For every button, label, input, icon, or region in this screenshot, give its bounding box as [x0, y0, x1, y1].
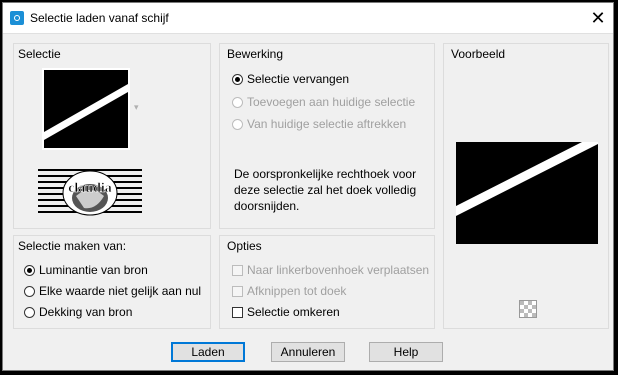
checkbox-indicator[interactable]: [232, 264, 243, 276]
radio-aftrekken[interactable]: Van huidige selectie aftrekken: [232, 117, 406, 131]
radio-label: Toevoegen aan huidige selectie: [247, 95, 416, 109]
selection-thumbnail[interactable]: [42, 68, 130, 150]
dialog-window: Selectie laden vanaf schijf ✕ Selectie ▾: [2, 2, 614, 371]
bewerking-title: Bewerking: [227, 47, 284, 61]
svg-text:claudia: claudia: [68, 181, 112, 196]
bewerking-group: Bewerking Selectie vervangen Toevoegen a…: [219, 43, 435, 229]
selection-preview-image: [44, 70, 128, 148]
checkbox-label: Selectie omkeren: [247, 305, 340, 319]
close-button[interactable]: ✕: [583, 3, 613, 33]
selectie-group: Selectie ▾ claudia: [13, 43, 211, 229]
opties-title: Opties: [227, 239, 262, 253]
radio-indicator[interactable]: [24, 306, 35, 318]
checkbox-indicator[interactable]: [232, 285, 243, 297]
radio-dekking[interactable]: Dekking van bron: [24, 305, 132, 319]
annuleren-button[interactable]: Annuleren: [271, 342, 345, 362]
checkbox-label: Naar linkerbovenhoek verplaatsen: [247, 263, 430, 277]
radio-selectie-vervangen[interactable]: Selectie vervangen: [232, 72, 349, 86]
radio-indicator[interactable]: [232, 96, 243, 108]
title-bar: Selectie laden vanaf schijf ✕: [3, 3, 613, 34]
voorbeeld-group: Voorbeeld: [443, 43, 609, 329]
radio-indicator[interactable]: [232, 118, 243, 130]
radio-toevoegen[interactable]: Toevoegen aan huidige selectie: [232, 95, 415, 109]
checkbox-indicator[interactable]: [232, 306, 243, 318]
app-icon: [10, 11, 24, 25]
radio-luminantie[interactable]: Luminantie van bron: [24, 263, 148, 277]
selectie-maken-title: Selectie maken van:: [18, 239, 127, 253]
selection-dropdown-arrow[interactable]: ▾: [134, 102, 139, 113]
radio-label: Dekking van bron: [39, 305, 133, 319]
radio-label: Selectie vervangen: [247, 72, 350, 86]
transparency-icon[interactable]: [519, 300, 537, 318]
opties-group: Opties Naar linkerbovenhoek verplaatsen …: [219, 235, 435, 329]
selectie-maken-group: Selectie maken van: Luminantie van bron …: [13, 235, 211, 329]
selectie-title: Selectie: [18, 47, 61, 61]
window-title: Selectie laden vanaf schijf: [30, 11, 169, 25]
radio-indicator[interactable]: [232, 73, 243, 85]
radio-indicator[interactable]: [24, 264, 35, 276]
preview-canvas: [456, 142, 598, 244]
watermark-logo: claudia: [38, 166, 142, 218]
checkbox-linkerbovenhoek[interactable]: Naar linkerbovenhoek verplaatsen: [232, 263, 429, 277]
checkbox-label: Afknippen tot doek: [247, 284, 347, 298]
radio-label: Van huidige selectie aftrekken: [247, 117, 407, 131]
bewerking-note: De oorspronkelijke rechthoek voor deze s…: [234, 167, 417, 213]
radio-indicator[interactable]: [24, 285, 35, 297]
radio-elke-waarde[interactable]: Elke waarde niet gelijk aan nul: [24, 284, 201, 298]
checkbox-afknippen[interactable]: Afknippen tot doek: [232, 284, 346, 298]
help-button[interactable]: Help: [369, 342, 443, 362]
laden-button[interactable]: Laden: [171, 342, 245, 362]
radio-label: Elke waarde niet gelijk aan nul: [39, 284, 202, 298]
radio-label: Luminantie van bron: [39, 263, 148, 277]
voorbeeld-title: Voorbeeld: [451, 47, 506, 61]
checkbox-selectie-omkeren[interactable]: Selectie omkeren: [232, 305, 340, 319]
